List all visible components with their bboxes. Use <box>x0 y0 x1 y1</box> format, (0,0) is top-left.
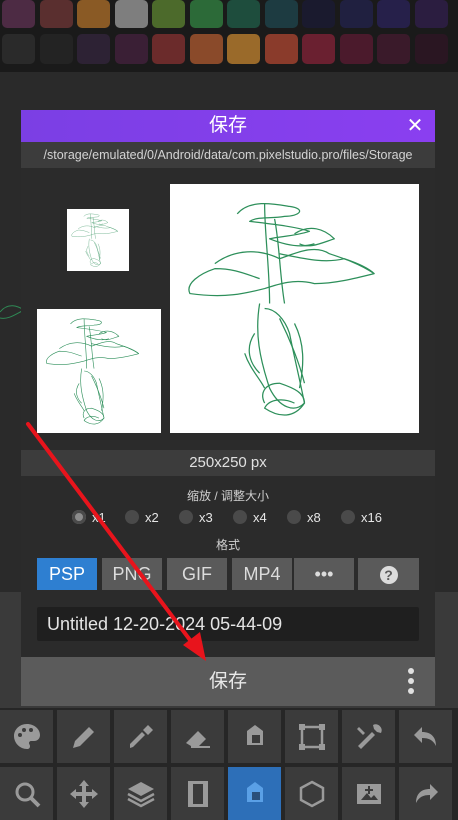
color-swatch[interactable] <box>2 0 35 28</box>
color-swatch[interactable] <box>189 0 223 28</box>
undo-tool[interactable] <box>399 710 452 763</box>
color-swatch[interactable] <box>414 34 448 64</box>
scale-option-x8[interactable]: x8 <box>287 508 321 526</box>
filename-field[interactable]: Untitled 12-20-2024 05-44-09 <box>37 607 419 641</box>
save-button[interactable]: 保存 <box>21 657 435 706</box>
color-swatch[interactable] <box>302 0 335 28</box>
color-swatch[interactable] <box>39 0 73 28</box>
zoom-icon <box>15 782 40 807</box>
eraser-icon <box>185 730 210 748</box>
color-swatch[interactable] <box>339 34 373 64</box>
dialog-header: 保存 <box>21 110 435 142</box>
pencil-icon <box>72 726 94 748</box>
dialog-title: 保存 <box>208 115 247 136</box>
eyedropper-icon <box>129 724 153 748</box>
color-swatch[interactable] <box>189 34 223 64</box>
color-palette <box>0 0 458 72</box>
preview-small <box>67 209 129 271</box>
more-formats-button[interactable]: ••• <box>294 558 354 590</box>
format-gif-button[interactable]: GIF <box>167 558 227 590</box>
tools-icon <box>356 723 382 749</box>
undo-icon <box>413 726 436 746</box>
zoom-tool[interactable] <box>0 767 53 820</box>
eyedropper-tool[interactable] <box>114 710 167 763</box>
pencil-tool[interactable] <box>57 710 110 763</box>
close-icon[interactable]: ✕ <box>403 110 427 142</box>
film-icon <box>187 780 208 807</box>
color-swatch[interactable] <box>39 34 73 64</box>
more-vertical-icon[interactable] <box>401 667 421 696</box>
color-swatch[interactable] <box>77 34 110 64</box>
format-mp4-button[interactable]: MP4 <box>232 558 292 590</box>
shape-icon <box>299 780 324 807</box>
scale-option-x1[interactable]: x1 <box>72 508 106 526</box>
radio-selected <box>72 510 86 524</box>
color-swatch[interactable] <box>2 34 35 64</box>
color-swatch[interactable] <box>114 0 148 28</box>
preview-large <box>170 184 419 433</box>
select-icon <box>298 723 325 750</box>
color-swatch[interactable] <box>227 0 260 28</box>
help-icon: ? <box>379 566 398 585</box>
save-path: /storage/emulated/0/Android/data/com.pix… <box>21 142 435 168</box>
move-tool[interactable] <box>57 767 110 820</box>
drawing-preview-large <box>188 202 375 416</box>
color-swatch[interactable] <box>414 0 448 28</box>
palette-icon <box>13 723 40 749</box>
scale-section-label: 缩放 / 调整大小 <box>186 489 269 503</box>
scale-option-x2[interactable]: x2 <box>125 508 159 526</box>
help-button[interactable]: ? <box>358 558 419 590</box>
color-swatch[interactable] <box>114 34 148 64</box>
redo-icon <box>415 783 438 803</box>
format-png-button[interactable]: PNG <box>102 558 162 590</box>
bucket-active-tool[interactable] <box>228 767 281 820</box>
save-button-label: 保存 <box>208 671 247 692</box>
palette-tool[interactable] <box>0 710 53 763</box>
drawing-thumbnail-medium <box>46 318 139 425</box>
color-swatch[interactable] <box>152 0 185 28</box>
shape-tool[interactable] <box>285 767 338 820</box>
color-swatch[interactable] <box>152 34 185 64</box>
format-psp-button[interactable]: PSP <box>37 558 97 590</box>
drawing-thumbnail-small <box>71 213 118 267</box>
color-swatch[interactable] <box>264 34 298 64</box>
layers-tool[interactable] <box>114 767 167 820</box>
redo-tool[interactable] <box>399 767 452 820</box>
color-swatch[interactable] <box>377 0 410 28</box>
eraser-tool[interactable] <box>171 710 224 763</box>
layers-icon <box>126 781 155 807</box>
image-add-tool[interactable] <box>342 767 395 820</box>
color-swatch[interactable] <box>77 0 110 28</box>
scale-option-x16[interactable]: x16 <box>341 508 382 526</box>
scale-option-x3[interactable]: x3 <box>179 508 213 526</box>
color-swatch[interactable] <box>302 34 335 64</box>
move-icon <box>69 779 98 808</box>
image-size-label: 250x250 px <box>21 450 435 476</box>
bucket-tool[interactable] <box>228 710 281 763</box>
color-swatch[interactable] <box>377 34 410 64</box>
tools-tool[interactable] <box>342 710 395 763</box>
color-swatch[interactable] <box>227 34 260 64</box>
bucket-active-icon <box>246 781 263 802</box>
color-swatch[interactable] <box>339 0 373 28</box>
film-tool[interactable] <box>171 767 224 820</box>
preview-medium <box>37 309 161 433</box>
select-tool[interactable] <box>285 710 338 763</box>
color-swatch[interactable] <box>264 0 298 28</box>
image-add-icon <box>356 783 381 804</box>
save-dialog: 保存 ✕ /storage/emulated/0/Android/data/co… <box>21 110 435 706</box>
bucket-icon <box>246 724 263 745</box>
format-section-label: 格式 <box>215 538 240 552</box>
scale-option-x4[interactable]: x4 <box>233 508 267 526</box>
